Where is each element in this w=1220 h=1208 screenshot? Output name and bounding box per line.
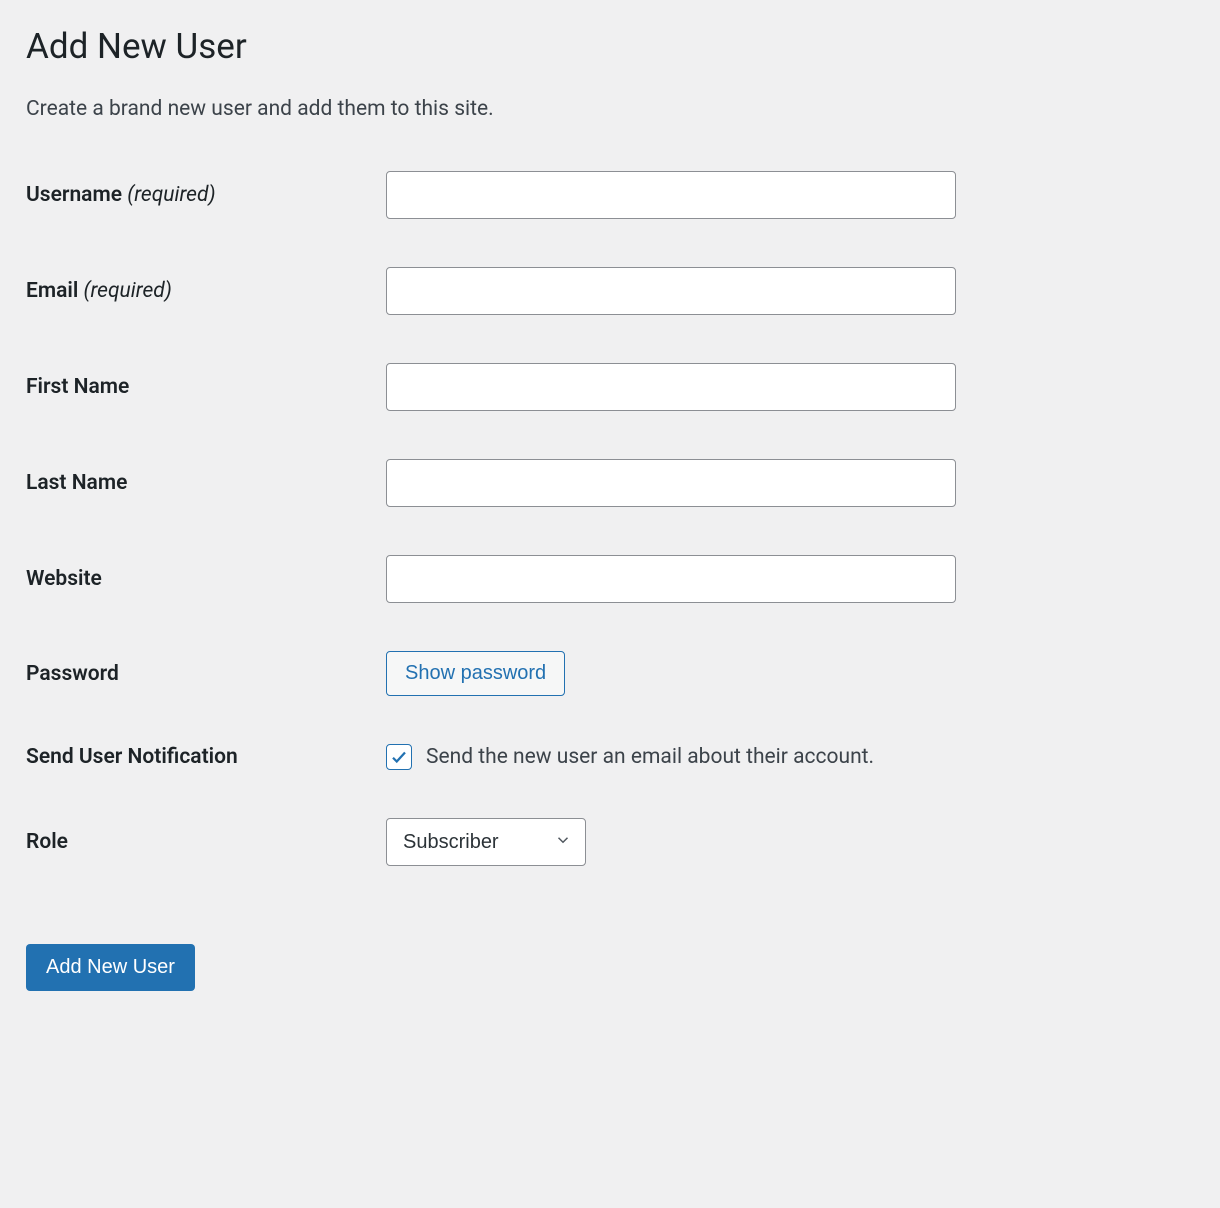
add-new-user-button[interactable]: Add New User	[26, 944, 195, 991]
email-input[interactable]	[386, 267, 956, 315]
website-row: Website	[26, 555, 1194, 603]
last-name-input[interactable]	[386, 459, 956, 507]
show-password-button[interactable]: Show password	[386, 651, 565, 696]
last-name-row: Last Name	[26, 459, 1194, 507]
first-name-label: First Name	[26, 375, 386, 399]
password-row: Password Show password	[26, 651, 1194, 696]
last-name-label: Last Name	[26, 471, 386, 495]
website-input[interactable]	[386, 555, 956, 603]
notification-row: Send User Notification Send the new user…	[26, 744, 1194, 770]
email-label: Email (required)	[26, 279, 386, 303]
role-row: Role Subscriber	[26, 818, 1194, 866]
page-title: Add New User	[26, 26, 1194, 67]
notification-checkbox[interactable]	[386, 744, 412, 770]
check-icon	[390, 748, 408, 766]
role-label: Role	[26, 830, 386, 854]
email-row: Email (required)	[26, 267, 1194, 315]
notification-label: Send User Notification	[26, 745, 386, 769]
password-label: Password	[26, 662, 386, 686]
role-select[interactable]: Subscriber	[386, 818, 586, 866]
username-row: Username (required)	[26, 171, 1194, 219]
first-name-row: First Name	[26, 363, 1194, 411]
username-label: Username (required)	[26, 183, 386, 207]
notification-checkbox-label: Send the new user an email about their a…	[426, 745, 874, 769]
username-input[interactable]	[386, 171, 956, 219]
first-name-input[interactable]	[386, 363, 956, 411]
page-subtitle: Create a brand new user and add them to …	[26, 97, 1194, 121]
website-label: Website	[26, 567, 386, 591]
